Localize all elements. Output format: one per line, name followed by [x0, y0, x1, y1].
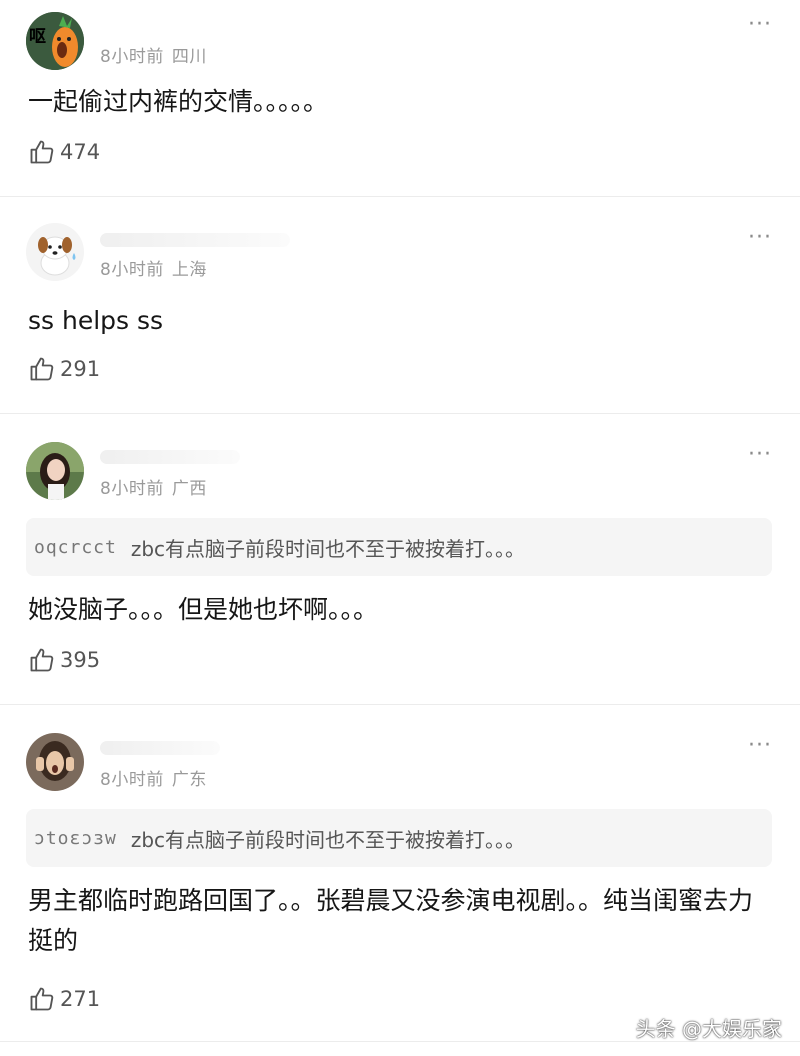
- like-count: 474: [60, 140, 101, 164]
- comment-text: 男主都临时跑路回国了。。张碧晨又没参演电视剧。。纯当闺蜜去力挺的: [28, 886, 754, 955]
- comment-location: 上海: [171, 260, 207, 280]
- comment-text: ss helps ss: [28, 306, 164, 335]
- comment-item: 8小时前 上海 ··· ss helps ss 291: [0, 197, 800, 414]
- like-count: 395: [60, 648, 101, 672]
- comment-item: 呕 8小时前 四川 ··· 一起偷过内裤的交情。。。。。 474: [0, 0, 800, 197]
- like-button[interactable]: 474: [28, 138, 100, 166]
- comment-text: 她没脑子。。。但是她也坏啊。。。: [28, 595, 379, 624]
- username-redacted: [100, 741, 220, 755]
- like-count: 291: [60, 357, 101, 381]
- avatar[interactable]: [26, 733, 84, 791]
- avatar[interactable]: [26, 223, 84, 281]
- watermark: 头条 @大娱乐家: [635, 1017, 782, 1041]
- comment-time: 8小时前: [100, 770, 164, 790]
- like-button[interactable]: 291: [28, 355, 100, 383]
- quoted-text: zbc有点脑子前段时间也不至于被按着打。。。: [130, 827, 526, 852]
- thumbs-up-icon: [30, 987, 54, 1011]
- comment-location: 四川: [171, 47, 207, 67]
- username-redacted: [100, 450, 240, 464]
- comment-location: 广东: [171, 770, 207, 790]
- quoted-reply[interactable]: oqcrcct zbc有点脑子前段时间也不至于被按着打。。。: [26, 518, 772, 576]
- more-dots-icon[interactable]: ···: [748, 735, 772, 757]
- username-redacted: [100, 233, 290, 247]
- thumbs-up-icon: [30, 648, 54, 672]
- comment-time: 8小时前: [100, 47, 164, 67]
- comment-meta: 8小时前 上海: [100, 255, 207, 280]
- thumbs-up-icon: [30, 140, 54, 164]
- more-dots-icon[interactable]: ···: [748, 227, 772, 249]
- comment-time: 8小时前: [100, 479, 164, 499]
- comment-time: 8小时前: [100, 260, 164, 280]
- comment-meta: 8小时前 四川: [100, 42, 207, 67]
- avatar[interactable]: [26, 442, 84, 500]
- more-dots-icon[interactable]: ···: [748, 444, 772, 466]
- quoted-text: zbc有点脑子前段时间也不至于被按着打。。。: [130, 536, 526, 561]
- avatar[interactable]: 呕: [26, 12, 84, 70]
- comment-text: 一起偷过内裤的交情。。。。。: [28, 87, 329, 116]
- comment-meta: 8小时前 广东: [100, 765, 207, 790]
- quoted-username: oqcrcct: [34, 536, 117, 558]
- quoted-username: ɔtoɛɔɜw: [34, 827, 117, 849]
- more-dots-icon[interactable]: ···: [748, 14, 772, 36]
- comment-meta: 8小时前 广西: [100, 474, 207, 499]
- comment-location: 广西: [171, 479, 207, 499]
- like-count: 271: [60, 987, 101, 1011]
- like-button[interactable]: 271: [28, 985, 100, 1013]
- quoted-reply[interactable]: ɔtoɛɔɜw zbc有点脑子前段时间也不至于被按着打。。。: [26, 809, 772, 867]
- comment-item: 8小时前 广东 ··· ɔtoɛɔɜw zbc有点脑子前段时间也不至于被按着打。。…: [0, 705, 800, 1042]
- like-button[interactable]: 395: [28, 646, 100, 674]
- avatar-text: 呕: [29, 27, 46, 47]
- thumbs-up-icon: [30, 357, 54, 381]
- comment-item: 8小时前 广西 ··· oqcrcct zbc有点脑子前段时间也不至于被按着打。。…: [0, 414, 800, 705]
